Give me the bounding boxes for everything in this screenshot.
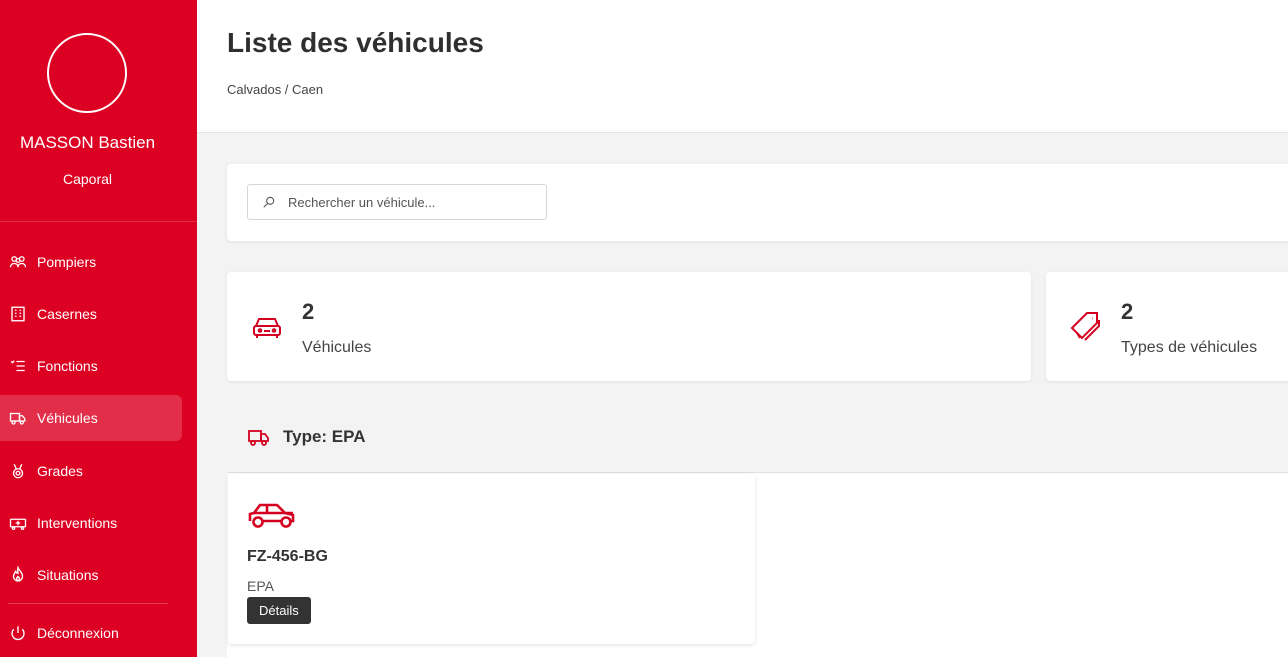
building-icon [8, 304, 28, 324]
stat-card-vehicle-types: 2 Types de véhicules [1046, 272, 1288, 381]
stat-label: Types de véhicules [1121, 339, 1258, 356]
search-input[interactable] [288, 194, 528, 210]
avatar [47, 33, 127, 113]
details-button[interactable]: Détails [247, 597, 311, 624]
sidebar-item-label: Interventions [37, 515, 118, 531]
vehicle-type-group: Type: EPA FZ-456-BG EPA Détails [227, 401, 1288, 657]
sidebar-item-label: Véhicules [37, 410, 98, 426]
stat-card-vehicles: 2 Véhicules [227, 272, 1031, 381]
vehicle-plate: FZ-456-BG [247, 548, 328, 565]
sidebar-item-situations[interactable]: Situations [0, 552, 182, 598]
logout-label: Déconnexion [37, 625, 119, 641]
user-name: MASSON Bastien [19, 133, 156, 152]
sidebar-item-casernes[interactable]: Casernes [0, 291, 182, 337]
search-icon [263, 196, 275, 208]
stat-value: 2 [1121, 299, 1134, 324]
power-icon [8, 623, 28, 643]
checklist-icon [8, 356, 28, 376]
sidebar-item-label: Casernes [37, 306, 97, 322]
truck-icon [248, 429, 269, 446]
vehicle-card: FZ-456-BG EPA Détails [228, 474, 755, 644]
group-header: Type: EPA [227, 401, 1288, 473]
vehicle-type: EPA [247, 578, 274, 594]
medal-icon [8, 461, 28, 481]
stat-value: 2 [302, 299, 315, 324]
logout-button[interactable]: Déconnexion [0, 610, 182, 656]
ambulance-icon [8, 513, 28, 533]
page-title: Liste des véhicules [227, 27, 484, 58]
sidebar-item-label: Pompiers [37, 254, 97, 270]
car-icon [247, 497, 297, 533]
page-header: Liste des véhicules Calvados / Caen [197, 0, 1288, 133]
firefighters-icon [8, 252, 28, 272]
search-card [227, 164, 1288, 241]
truck-icon [8, 408, 28, 428]
sidebar-item-label: Grades [37, 463, 83, 479]
sidebar-item-pompiers[interactable]: Pompiers [0, 239, 182, 285]
sidebar-item-label: Fonctions [37, 358, 98, 374]
sidebar-item-fonctions[interactable]: Fonctions [0, 343, 182, 389]
fire-icon [8, 565, 28, 585]
group-title: Type: EPA [283, 426, 366, 446]
car-front-icon [249, 309, 285, 345]
user-profile: MASSON Bastien Caporal [0, 0, 197, 222]
breadcrumb: Calvados / Caen [227, 82, 324, 97]
nav-divider [8, 603, 168, 604]
stat-label: Véhicules [302, 339, 372, 356]
sidebar-item-interventions[interactable]: Interventions [0, 500, 182, 546]
sidebar-item-grades[interactable]: Grades [0, 448, 182, 494]
sidebar-item-label: Situations [37, 567, 99, 583]
search-box [247, 184, 547, 220]
sidebar: MASSON Bastien Caporal Pompiers Casernes… [0, 0, 197, 657]
sidebar-item-vehicules[interactable]: Véhicules [0, 395, 182, 441]
user-rank: Caporal [62, 171, 113, 187]
tag-icon [1068, 309, 1104, 345]
